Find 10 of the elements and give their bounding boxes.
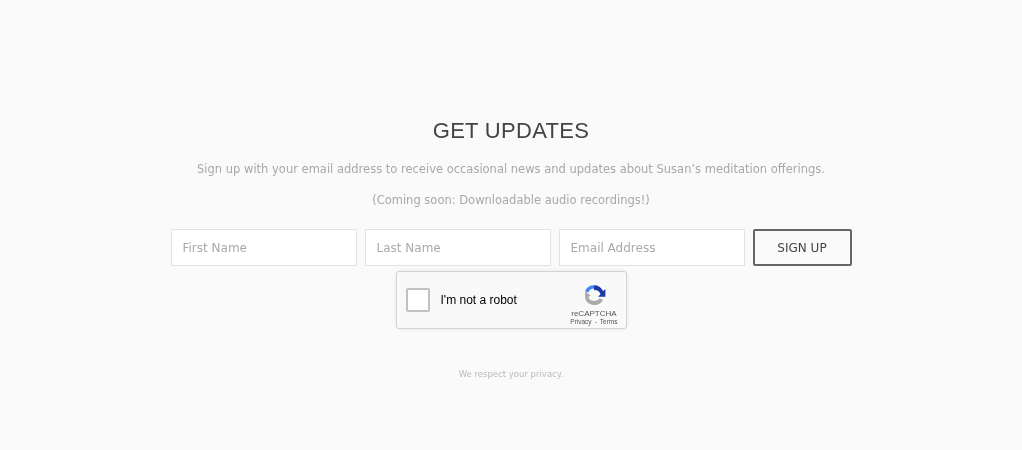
input-field[interactable]: First Name — [170, 229, 357, 266]
checkbox[interactable] — [405, 288, 430, 312]
heading: GET UPDATES — [432, 118, 590, 144]
checkbox-label: I'm not a robot — [440, 293, 518, 307]
note-text: (Coming soon: Downloadable audio recordings!) — [372, 193, 650, 207]
sign-up-button[interactable]: SIGN UP — [752, 229, 852, 266]
description-text: Sign up with your email address to receive occasional news and updates about Susan’s meditation offerings. — [197, 162, 825, 176]
input-field[interactable]: Email Address — [558, 229, 745, 266]
input-field[interactable]: Last Name — [364, 229, 551, 266]
brand-text: reCAPTCHA — [571, 308, 617, 318]
